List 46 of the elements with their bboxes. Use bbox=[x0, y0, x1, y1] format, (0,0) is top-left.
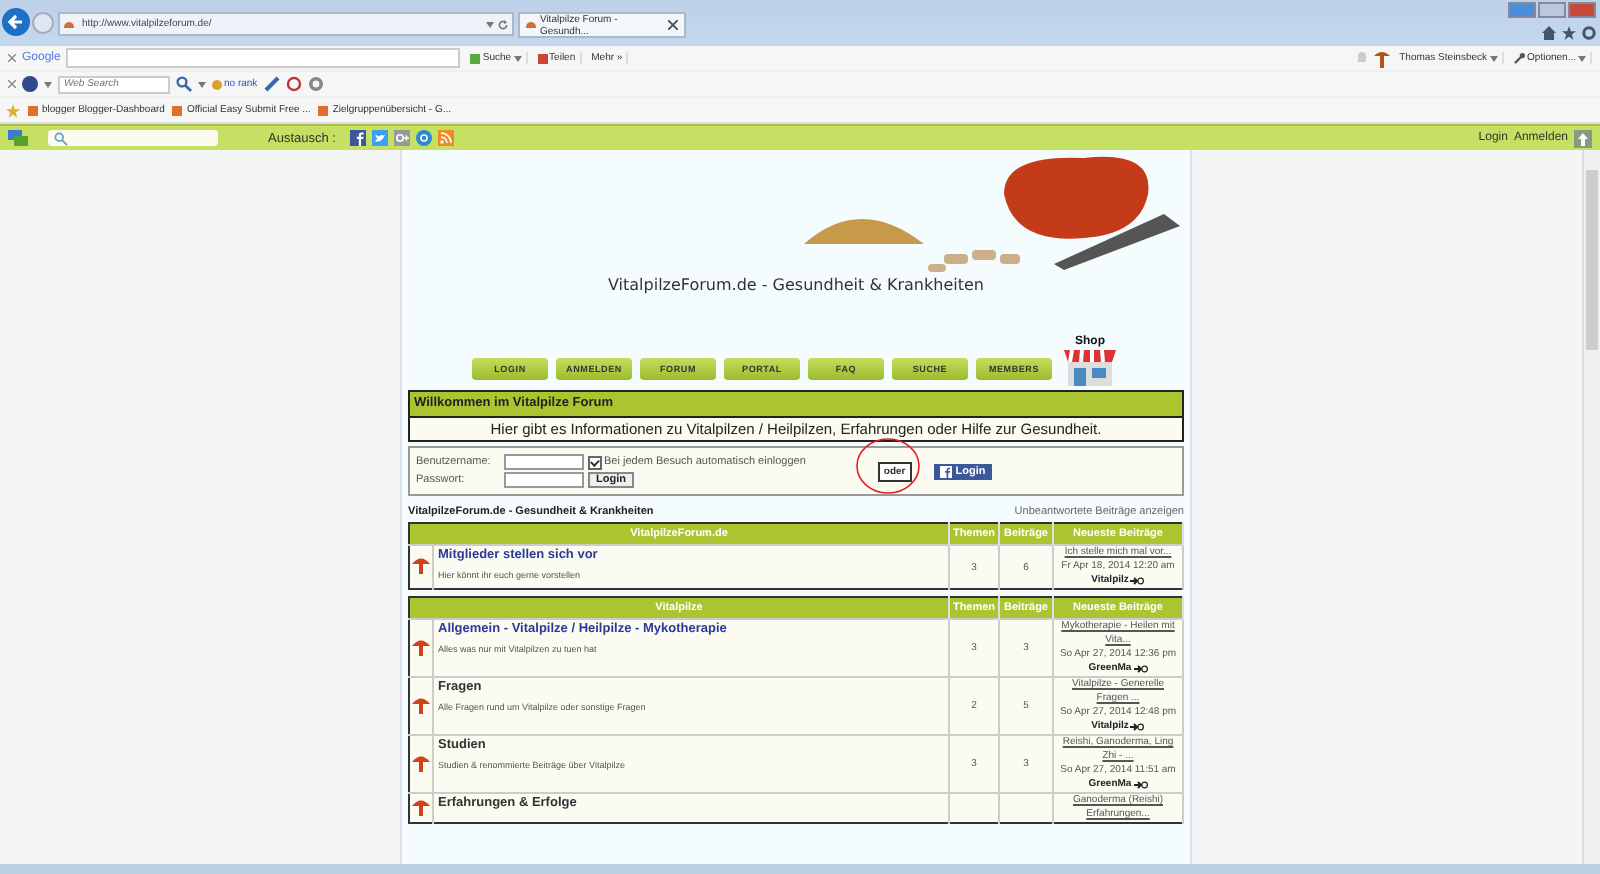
mushroom-icon bbox=[526, 22, 536, 28]
close-icon[interactable] bbox=[668, 20, 678, 30]
username-field[interactable] bbox=[504, 454, 584, 470]
mushroom-icon bbox=[1373, 49, 1390, 67]
email-icon[interactable] bbox=[415, 130, 432, 146]
caret-icon[interactable] bbox=[198, 81, 206, 87]
site-title: VitalpilzeForum.de - Gesundheit & Krankheiten bbox=[608, 276, 984, 294]
arrow-icon[interactable] bbox=[1130, 576, 1145, 586]
target-icon[interactable] bbox=[285, 76, 302, 92]
mushroom-icon bbox=[412, 556, 430, 574]
mushroom-icon bbox=[412, 695, 430, 713]
star-icon[interactable] bbox=[1562, 26, 1576, 40]
caret-icon[interactable] bbox=[486, 21, 494, 27]
globe-icon[interactable] bbox=[22, 76, 38, 92]
back-button[interactable] bbox=[2, 8, 30, 36]
arrow-icon[interactable] bbox=[1133, 780, 1148, 790]
caret-icon[interactable] bbox=[513, 55, 522, 61]
close-icon[interactable] bbox=[8, 80, 16, 88]
search-icon bbox=[54, 131, 68, 145]
rss-icon[interactable] bbox=[437, 130, 454, 146]
wrench-icon[interactable] bbox=[1513, 52, 1526, 64]
caret-icon[interactable] bbox=[1489, 55, 1498, 61]
caret-icon[interactable] bbox=[1578, 55, 1586, 61]
caret-icon[interactable] bbox=[44, 81, 52, 87]
google-plus-icon[interactable] bbox=[393, 130, 410, 146]
home-icon[interactable] bbox=[1542, 26, 1556, 40]
search-field[interactable] bbox=[66, 48, 461, 68]
remember-checkbox[interactable] bbox=[588, 455, 602, 469]
up-arrow-icon[interactable] bbox=[1574, 129, 1592, 147]
annotation-circle bbox=[854, 436, 922, 496]
mushroom-icon bbox=[412, 753, 430, 771]
arrow-icon bbox=[6, 12, 26, 32]
password-field[interactable] bbox=[504, 472, 584, 488]
search-icon[interactable] bbox=[176, 76, 192, 92]
facebook-icon bbox=[939, 465, 952, 477]
refresh-icon[interactable] bbox=[498, 19, 508, 29]
mushroom-icon bbox=[64, 21, 74, 27]
mushroom-icon bbox=[412, 797, 430, 815]
arrow-icon[interactable] bbox=[1130, 722, 1145, 732]
mushroom-icon bbox=[412, 637, 430, 655]
close-icon[interactable] bbox=[8, 54, 16, 62]
search-field[interactable] bbox=[48, 130, 218, 146]
chat-icon[interactable] bbox=[8, 130, 28, 146]
scrollbar[interactable] bbox=[1582, 150, 1600, 864]
arrow-icon[interactable] bbox=[1133, 664, 1148, 674]
facebook-icon[interactable] bbox=[349, 130, 366, 146]
